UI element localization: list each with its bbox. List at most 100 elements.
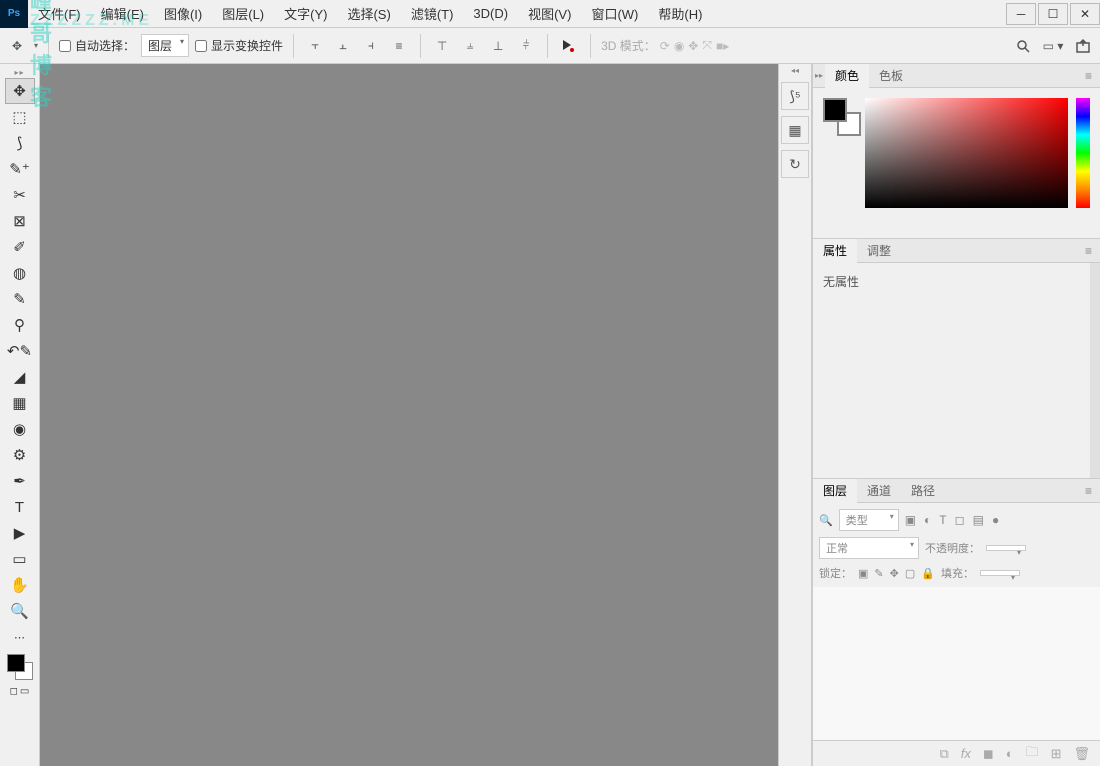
toolbox-handle[interactable]: ▸▸ [1, 66, 39, 78]
color-field[interactable] [865, 98, 1068, 208]
color-panel-menu[interactable]: ≡ [1077, 69, 1100, 83]
align-right-icon[interactable]: ⫞ [360, 35, 382, 57]
quick-mask-icon[interactable]: ◻ [10, 686, 18, 697]
screen-mode-tool-icon[interactable]: ▭ [20, 686, 29, 697]
healing-tool[interactable]: ◍ [5, 260, 35, 286]
tab-paths[interactable]: 路径 [901, 479, 945, 503]
slide-3d-icon[interactable]: ⤧ [702, 38, 712, 53]
blend-mode-select[interactable]: 正常 [819, 537, 919, 559]
eyedropper-tool[interactable]: ✐ [5, 234, 35, 260]
layer-fx-icon[interactable]: fx [961, 746, 971, 761]
filter-shape-icon[interactable]: ◻ [955, 513, 965, 527]
hue-strip[interactable] [1076, 98, 1090, 208]
brush-tool[interactable]: ✎ [5, 286, 35, 312]
picker-foreground[interactable] [823, 98, 847, 122]
opacity-input[interactable] [986, 545, 1026, 551]
menu-image[interactable]: 图像(I) [154, 0, 212, 28]
distribute-icon[interactable]: ⫩ [515, 35, 537, 57]
orbit-3d-icon[interactable]: ⟳ [660, 39, 670, 53]
marquee-tool[interactable]: ⬚ [5, 104, 35, 130]
filter-adjustment-icon[interactable]: ◐ [924, 513, 931, 527]
menu-select[interactable]: 选择(S) [337, 0, 400, 28]
tab-swatches[interactable]: 色板 [869, 64, 913, 88]
menu-type[interactable]: 文字(Y) [274, 0, 337, 28]
zoom-3d-icon[interactable]: ■▸ [716, 39, 729, 53]
lock-transparency-icon[interactable]: ▣ [858, 567, 868, 580]
align-vcenter-icon[interactable]: ⫨ [459, 35, 481, 57]
pen-tool[interactable]: ✒ [5, 468, 35, 494]
tab-layers[interactable]: 图层 [813, 479, 857, 503]
stamp-tool[interactable]: ⚲ [5, 312, 35, 338]
menu-file[interactable]: 文件(F) [28, 0, 91, 28]
align-top-icon[interactable]: ⊤ [431, 35, 453, 57]
properties-panel-menu[interactable]: ≡ [1077, 244, 1100, 258]
align-hcenter-icon[interactable]: ⫠ [332, 35, 354, 57]
layers-list[interactable] [813, 587, 1100, 740]
menu-filter[interactable]: 滤镜(T) [401, 0, 464, 28]
zoom-tool[interactable]: 🔍 [5, 598, 35, 624]
layers-panel-menu[interactable]: ≡ [1077, 484, 1100, 498]
blur-tool[interactable]: ◉ [5, 416, 35, 442]
dock-grid-icon[interactable]: ▦ [781, 116, 809, 144]
dodge-tool[interactable]: ⚙ [5, 442, 35, 468]
eraser-tool[interactable]: ◢ [5, 364, 35, 390]
color-collapse-handle[interactable]: ▸▸ [813, 71, 825, 80]
history-brush-tool[interactable]: ↶✎ [5, 338, 35, 364]
type-tool[interactable]: T [5, 494, 35, 520]
dock-handle[interactable]: ◂◂ [779, 64, 811, 76]
align-left-icon[interactable]: ⫟ [304, 35, 326, 57]
menu-window[interactable]: 窗口(W) [581, 0, 648, 28]
align-justify-icon[interactable]: ≡ [388, 35, 410, 57]
tab-channels[interactable]: 通道 [857, 479, 901, 503]
filter-type-icon[interactable]: T [939, 513, 946, 527]
frame-tool[interactable]: ⊠ [5, 208, 35, 234]
move-tool[interactable]: ✥ [5, 78, 35, 104]
tab-adjustments[interactable]: 调整 [857, 239, 901, 263]
edit-toolbar[interactable]: ⋯ [5, 624, 35, 650]
filter-smart-icon[interactable]: ▤ [973, 513, 984, 527]
lock-position-icon[interactable]: ✥ [890, 567, 899, 580]
align-bottom-icon[interactable]: ⊥ [487, 35, 509, 57]
foreground-color[interactable] [7, 654, 25, 672]
properties-scrollbar[interactable] [1090, 263, 1100, 478]
lock-image-icon[interactable]: ✎ [874, 567, 883, 580]
gradient-tool[interactable]: ▦ [5, 390, 35, 416]
menu-layer[interactable]: 图层(L) [212, 0, 274, 28]
crop-tool[interactable]: ✂ [5, 182, 35, 208]
dock-brush-icon[interactable]: ⟆⁵ [781, 82, 809, 110]
shape-tool[interactable]: ▭ [5, 546, 35, 572]
filter-toggle-icon[interactable]: ● [992, 513, 999, 527]
new-group-icon[interactable]: 🗀 [1026, 743, 1039, 765]
share-icon[interactable] [1072, 35, 1094, 57]
add-mask-icon[interactable]: ◼ [983, 746, 994, 762]
path-select-tool[interactable]: ▶ [5, 520, 35, 546]
lock-all-icon[interactable]: 🔒 [921, 567, 935, 580]
menu-help[interactable]: 帮助(H) [648, 0, 712, 28]
more-options-icon[interactable] [558, 35, 580, 57]
tab-color[interactable]: 颜色 [825, 64, 869, 88]
search-icon[interactable] [1012, 35, 1034, 57]
close-button[interactable]: ✕ [1070, 3, 1100, 25]
fill-input[interactable] [980, 570, 1020, 576]
layer-filter-kind[interactable]: 类型 [839, 509, 899, 531]
auto-select-target[interactable]: 图层 [141, 34, 189, 57]
menu-edit[interactable]: 编辑(E) [91, 0, 154, 28]
roll-3d-icon[interactable]: ◉ [674, 39, 684, 53]
canvas-area[interactable]: 峰哥博客 ZZZZZZ.ME [40, 64, 778, 766]
menu-view[interactable]: 视图(V) [518, 0, 581, 28]
quick-select-tool[interactable]: ✎⁺ [5, 156, 35, 182]
new-layer-icon[interactable]: ⊞ [1051, 746, 1062, 762]
hand-tool[interactable]: ✋ [5, 572, 35, 598]
lasso-tool[interactable]: ⟆ [5, 130, 35, 156]
tab-properties[interactable]: 属性 [813, 239, 857, 263]
menu-3d[interactable]: 3D(D) [463, 0, 518, 28]
color-picker-swatches[interactable] [823, 98, 857, 132]
filter-pixel-icon[interactable]: ▣ [905, 513, 916, 527]
add-adjustment-icon[interactable]: ◐ [1006, 746, 1014, 761]
dock-history-icon[interactable]: ↻ [781, 150, 809, 178]
show-transform-checkbox[interactable]: 显示变换控件 [195, 37, 283, 54]
auto-select-checkbox[interactable]: 自动选择： [59, 37, 135, 54]
lock-artboard-icon[interactable]: ▢ [905, 567, 915, 580]
minimize-button[interactable]: ─ [1006, 3, 1036, 25]
color-swatches[interactable] [7, 654, 33, 680]
